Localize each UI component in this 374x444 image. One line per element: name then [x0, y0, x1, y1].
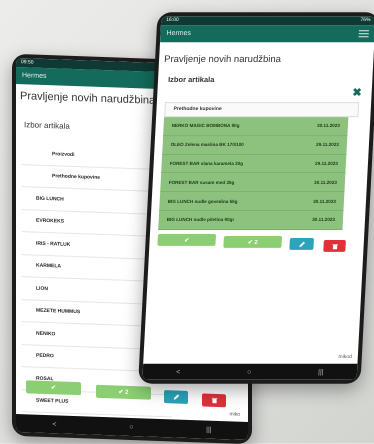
order-date: 30.11.2023 — [312, 217, 336, 223]
trash-icon — [331, 243, 338, 249]
android-nav-bar: < ○ ||| — [16, 413, 248, 441]
table-row[interactable]: BIG LUNCH nudle govedina 65g 30.11.2023 — [159, 192, 345, 211]
order-item-name: FOREST BAR susam med 35g — [168, 179, 235, 185]
order-item-name: OLEO Zelena maslina BK 170/100 — [170, 142, 244, 148]
page-title: Pravljenje novih narudžbina — [20, 90, 156, 107]
home-circle-icon[interactable]: ○ — [247, 368, 252, 375]
order-date: 30.11.2023 — [314, 179, 338, 185]
front-phone-screen: 16:00 76% Hermes Pravljenje novih narudž… — [142, 16, 374, 380]
table-row[interactable]: FOREST BAR slana karamela 30g 29.11.2023 — [161, 154, 347, 174]
app-bar: Hermes — [160, 25, 374, 43]
table-row[interactable]: FOREST BAR susam med 35g 30.11.2023 — [160, 173, 346, 193]
trash-icon — [211, 397, 217, 404]
section-title: Izbor artikala — [24, 120, 70, 131]
order-item-name: BIG LUNCH nudle govedina 65g — [167, 198, 238, 204]
table-row[interactable]: OLEO Zelena maslina BK 170/100 29.11.2023 — [162, 135, 348, 155]
close-icon[interactable]: ✖ — [352, 86, 362, 99]
app-title: Hermes — [166, 30, 192, 38]
home-circle-icon[interactable]: ○ — [129, 423, 133, 430]
recent-apps-icon[interactable]: ||| — [318, 368, 324, 375]
android-nav-bar: < ○ ||| — [142, 363, 358, 380]
status-battery: 76% — [360, 17, 371, 24]
status-bar: 16:00 76% — [160, 16, 374, 26]
front-phone: 16:00 76% Hermes Pravljenje novih narudž… — [138, 12, 374, 384]
confirm-button[interactable]: ✔ — [157, 233, 217, 246]
footer-text: miko — [229, 411, 240, 418]
recent-apps-icon[interactable]: ||| — [206, 426, 211, 433]
section-title: Izbor artikala — [167, 75, 215, 85]
back-arrow-icon[interactable]: < — [52, 421, 56, 428]
pencil-icon — [298, 241, 305, 247]
status-time: 16:00 — [166, 17, 179, 24]
status-time: 09:50 — [21, 59, 34, 66]
previous-orders-table: NERKO MAGIC BOMBONA 90g 30.11.2023 OLEO Ze… — [158, 117, 349, 230]
confirm-2-button[interactable]: ✔ 2 — [96, 384, 151, 400]
order-item-name: BIG LUNCH nudle piletina 90gr — [166, 217, 235, 223]
order-date: 30.11.2023 — [316, 123, 341, 129]
page-title: Pravljenje novih narudžbina — [163, 54, 282, 66]
footer-text: mikod — [338, 353, 352, 360]
order-date: 29.11.2023 — [315, 161, 339, 167]
tab-previous-purchases[interactable]: Prethodne kupovine — [164, 102, 360, 118]
edit-button[interactable] — [289, 237, 314, 250]
order-date: 30.11.2023 — [313, 198, 337, 204]
delete-button[interactable] — [323, 239, 346, 252]
confirm-2-button[interactable]: ✔ 2 — [223, 235, 283, 248]
order-date: 29.11.2023 — [315, 142, 340, 148]
edit-button[interactable] — [164, 390, 188, 404]
hamburger-menu-icon[interactable] — [358, 29, 369, 38]
table-row[interactable]: NERKO MAGIC BOMBONA 90g 30.11.2023 — [163, 117, 349, 136]
table-row[interactable]: BIG LUNCH nudle piletina 90gr 30.11.2023 — [158, 210, 344, 230]
order-item-name: NERKO MAGIC BOMBONA 90g — [171, 123, 240, 129]
delete-button[interactable] — [202, 393, 226, 408]
pencil-icon — [173, 394, 179, 400]
back-arrow-icon[interactable]: < — [176, 368, 180, 375]
order-item-name: FOREST BAR slana karamela 30g — [169, 161, 244, 167]
app-title: Hermes — [22, 72, 47, 81]
confirm-button[interactable]: ✔ — [26, 380, 81, 396]
